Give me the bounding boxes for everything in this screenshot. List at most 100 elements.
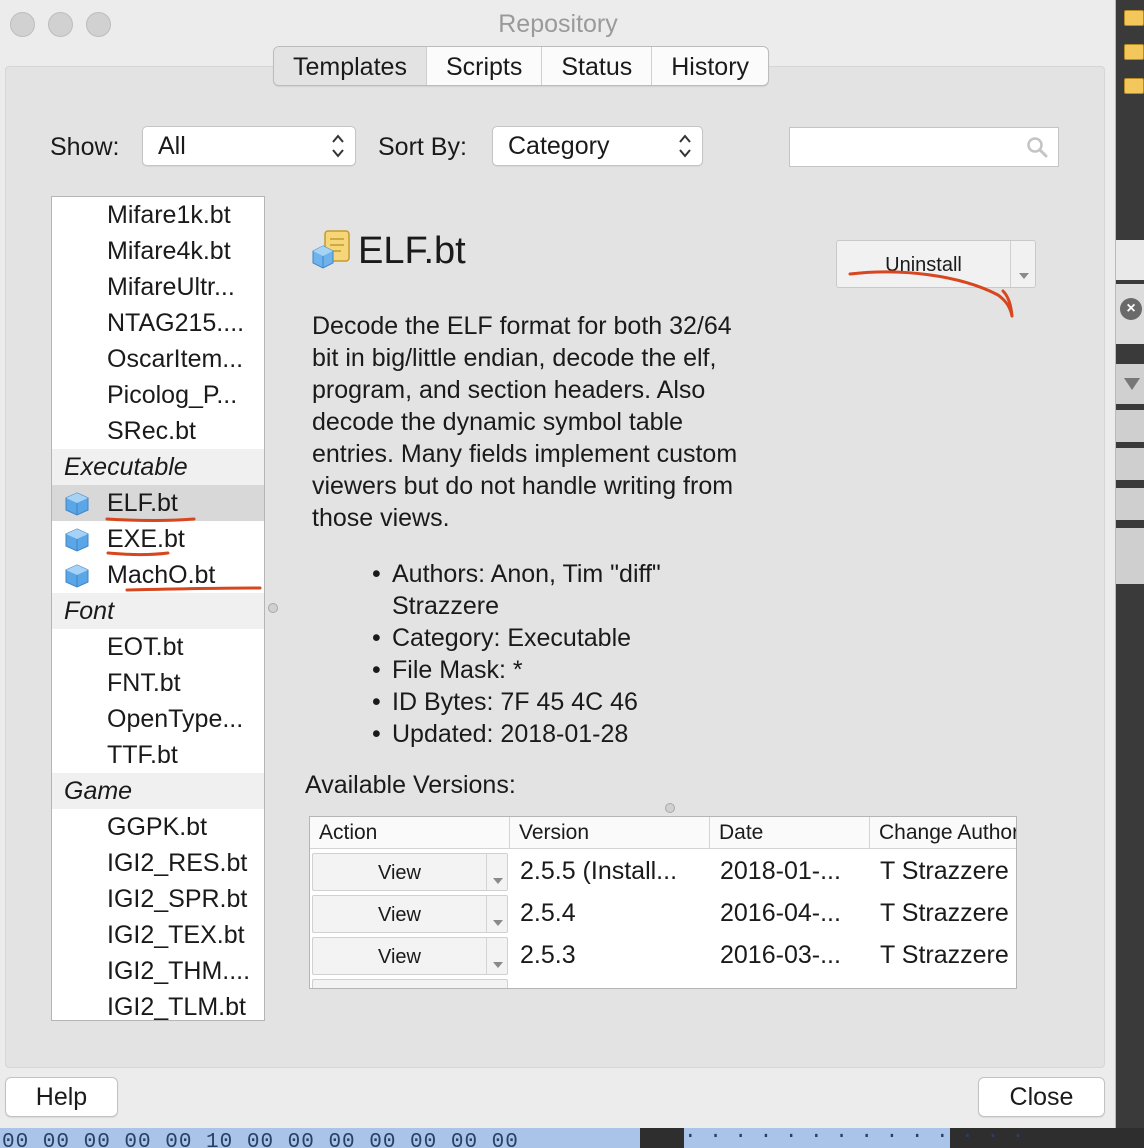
template-list-item[interactable]: Picolog_P... [52,377,264,413]
hex-row-ascii: . . . . . . . . . . . . . . [684,1128,1024,1148]
uninstall-button[interactable]: Uninstall [836,240,1036,288]
up-down-arrows-icon [332,134,344,158]
sort-select[interactable]: Category [492,126,703,166]
view-button-label[interactable]: View [313,938,487,974]
template-list-label: Mifare1k.bt [107,201,231,229]
template-list-label: Font [64,597,115,625]
close-icon[interactable]: × [1120,298,1142,320]
description-line: Decode the ELF format for both 32/64 [312,312,732,340]
template-list-item[interactable]: EOT.bt [52,629,264,665]
versions-label: Available Versions: [305,771,516,799]
help-button[interactable]: Help [5,1077,118,1117]
template-list-item[interactable]: IGI2_RES.bt [52,845,264,881]
tab-bar: Templates Scripts Status History [273,46,770,86]
hex-row: 00 00 00 00 00 10 00 00 00 00 00 00 00 [0,1128,640,1148]
view-button-label[interactable]: View [313,854,487,890]
fact-item: ID Bytes: 7F 45 4C 46 [372,686,752,718]
folder-icon [1124,10,1144,26]
tab-status[interactable]: Status [542,47,653,85]
description-line: bit in big/little endian, decode the elf… [312,344,717,372]
template-cube-icon [65,492,89,516]
versions-table-header: Action Version Date Change Author [310,817,1016,849]
template-list-item[interactable]: MachO.bt [52,557,264,593]
tab-history[interactable]: History [652,47,768,85]
splitter-handle[interactable] [665,803,675,813]
template-list-label: MachO.bt [107,561,216,589]
template-list-item[interactable]: FNT.bt [52,665,264,701]
view-version-button[interactable]: View [312,937,508,975]
search-input[interactable] [789,127,1059,167]
template-cube-icon [65,564,89,588]
template-list-item[interactable]: OpenType... [52,701,264,737]
template-cube-icon [65,528,89,552]
template-list-label: EXE.bt [107,525,185,553]
template-list-label: MifareUltr... [107,273,235,301]
column-header-author[interactable]: Change Author [870,817,1016,849]
category-header: Font [52,593,264,629]
chevron-down-icon[interactable] [489,854,507,890]
fact-item: Updated: 2018-01-28 [372,718,752,750]
version-row: View 2.5.4 2016-04-... T Strazzere [310,892,1016,934]
template-list-label: OscarItem... [107,345,244,373]
date-cell: 2016-04-... [720,899,841,927]
tab-templates[interactable]: Templates [274,47,427,85]
template-list-item[interactable]: Mifare1k.bt [52,197,264,233]
view-button-label[interactable]: View [313,896,487,932]
close-button[interactable]: Close [978,1077,1105,1117]
template-list-item[interactable]: Mifare4k.bt [52,233,264,269]
template-list-label: GGPK.bt [107,813,208,841]
repository-dialog: Repository Templates Scripts Status Hist… [0,0,1116,1128]
template-list-item[interactable]: TTF.bt [52,737,264,773]
category-header: Executable [52,449,264,485]
fact-item: Authors: Anon, Tim "diff" Strazzere [372,558,752,622]
template-list-item[interactable]: EXE.bt [52,521,264,557]
uninstall-button-label[interactable]: Uninstall [837,241,1011,287]
template-list-item[interactable]: GGPK.bt [52,809,264,845]
column-header-action[interactable]: Action [310,817,510,849]
template-list[interactable]: Mifare1k.bt Mifare4k.bt MifareUltr... NTAG2… [51,196,265,1021]
date-cell: 2016-03-... [720,941,841,969]
column-header-version[interactable]: Version [510,817,710,849]
category-header: Game [52,773,264,809]
template-list-item[interactable]: MifareUltr... [52,269,264,305]
template-list-item[interactable]: IGI2_TEX.bt [52,917,264,953]
template-list-item[interactable]: NTAG215.... [52,305,264,341]
zoom-window-button[interactable] [86,12,111,37]
template-list-label: IGI2_THM.... [107,957,251,985]
template-list-item[interactable]: SRec.bt [52,413,264,449]
triangle-down-icon[interactable] [1124,378,1140,390]
view-version-button[interactable]: View [312,853,508,891]
template-list-item[interactable]: IGI2_SPR.bt [52,881,264,917]
column-header-date[interactable]: Date [710,817,870,849]
chevron-down-icon[interactable] [1012,241,1036,287]
chevron-down-icon[interactable] [489,938,507,974]
template-list-label: OpenType... [107,705,244,733]
template-list-label: NTAG215.... [107,309,245,337]
template-list-label: IGI2_TLM.bt [107,993,246,1021]
template-list-label: Mifare4k.bt [107,237,231,265]
folder-icon [1124,78,1144,94]
template-list-item[interactable]: OscarItem... [52,341,264,377]
template-list-label: IGI2_TEX.bt [107,921,245,949]
view-version-button[interactable] [312,979,508,988]
template-list-item[interactable]: ELF.bt [52,485,264,521]
splitter-handle[interactable] [268,603,278,613]
version-cell: 2.5.3 [520,941,576,969]
template-list-item[interactable]: IGI2_TLM.bt [52,989,264,1021]
show-select[interactable]: All [142,126,356,166]
template-list-item[interactable]: IGI2_THM.... [52,953,264,989]
fact-text: File Mask: * [392,656,523,684]
chevron-down-icon[interactable] [489,896,507,932]
fact-text: Strazzere [392,592,499,620]
close-window-button[interactable] [10,12,35,37]
versions-table: Action Version Date Change Author View 2.… [309,816,1017,989]
template-list-label: IGI2_RES.bt [107,849,248,877]
view-version-button[interactable]: View [312,895,508,933]
template-list-label: Executable [64,453,188,481]
fact-text: Authors: Anon, Tim "diff" [392,560,661,588]
search-icon [1027,137,1048,158]
minimize-window-button[interactable] [48,12,73,37]
fact-text: Updated: 2018-01-28 [392,720,629,748]
version-cell: 2.5.5 (Install... [520,857,678,885]
tab-scripts[interactable]: Scripts [427,47,543,85]
